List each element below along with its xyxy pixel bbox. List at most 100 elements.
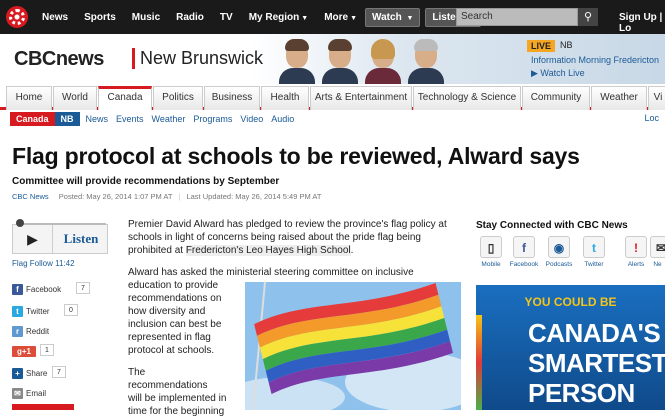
twitter-icon: t	[583, 236, 605, 258]
region-title[interactable]: New Brunswick	[132, 48, 263, 69]
share-twitter[interactable]: t Twitter 0	[12, 304, 92, 318]
play-icon[interactable]: ▶	[13, 225, 53, 253]
social-mobile[interactable]: ▯ Mobile	[476, 236, 506, 268]
social-facebook[interactable]: f Facebook	[509, 236, 539, 268]
audio-caption-link[interactable]: Flag Follow 11:42	[12, 259, 75, 268]
breadcrumb-nb[interactable]: NB	[54, 112, 80, 126]
cbc-gem-logo-icon[interactable]	[6, 6, 28, 28]
share-email[interactable]: ✉ Email	[12, 386, 92, 400]
share-count: 7	[76, 282, 90, 294]
share-reddit[interactable]: r Reddit	[12, 324, 92, 338]
article-source[interactable]: CBC News	[12, 192, 49, 201]
tab-home[interactable]: Home	[6, 86, 52, 110]
body-line: prohibited at Fredericton's Leo Hayes Hi…	[128, 244, 463, 257]
share-count: 7	[52, 366, 66, 378]
tab-arts-entertainment[interactable]: Arts & Entertainment	[310, 86, 412, 110]
ad-line-2: CANADA'S	[528, 318, 661, 348]
tab-video[interactable]: Vi	[648, 86, 665, 110]
host-portrait	[276, 37, 317, 84]
share-label: Facebook	[26, 284, 62, 294]
tab-world[interactable]: World	[53, 86, 97, 110]
body-line: Premier David Alward has pledged to revi…	[128, 219, 447, 230]
watch-live-link[interactable]: ▶ Watch Live	[531, 68, 585, 79]
topnav-music[interactable]: Music	[124, 12, 168, 23]
social-alerts[interactable]: ! Alerts	[621, 236, 651, 268]
hosts-photo	[276, 37, 446, 84]
tab-community[interactable]: Community	[522, 86, 590, 110]
audio-player: ▶ Listen	[12, 219, 108, 254]
body-line: time for the beginning	[128, 406, 225, 417]
search-input[interactable]: Search	[456, 8, 578, 26]
tab-health[interactable]: Health	[261, 86, 309, 110]
sign-up-link[interactable]: Sign Up | Lo	[619, 12, 665, 34]
topnav-more[interactable]: More ▼	[316, 12, 365, 23]
topnav-my-region[interactable]: My Region ▼	[241, 12, 317, 23]
social-twitter[interactable]: t Twitter	[579, 236, 609, 268]
topnav-my-region-label: My Region	[248, 11, 300, 23]
chevron-down-icon: ▼	[406, 14, 414, 22]
live-region: NB	[560, 40, 573, 50]
listen-button[interactable]: Listen	[55, 225, 107, 253]
share-label: Reddit	[26, 326, 50, 336]
subnav-events[interactable]: Events	[116, 114, 144, 124]
subnav-video[interactable]: Video	[240, 114, 263, 124]
social-label: Alerts	[627, 261, 645, 268]
alert-icon: !	[625, 236, 647, 258]
subnav-news[interactable]: News	[86, 114, 109, 124]
smartest-person-ad[interactable]: YOU COULD BE CANADA'S SMARTEST PERSON	[476, 285, 665, 410]
top-nav: News Sports Music Radio TV My Region ▼ Mo…	[34, 7, 486, 27]
section-nav: Home World Canada Politics Business Heal…	[0, 84, 665, 110]
share-generic[interactable]: + Share 7	[12, 366, 92, 380]
facebook-icon: f	[12, 283, 23, 295]
host-portrait	[405, 37, 446, 84]
pride-flag-photo[interactable]	[245, 282, 461, 410]
social-label: Ne	[653, 261, 662, 268]
article-paragraph-1: Premier David Alward has pledged to revi…	[128, 218, 463, 257]
social-podcasts[interactable]: ◉ Podcasts	[544, 236, 574, 268]
share-google-plus[interactable]: g+1 1	[12, 344, 92, 358]
tab-canada[interactable]: Canada	[98, 86, 152, 110]
share-count: 1	[40, 344, 54, 356]
host-portrait	[362, 37, 403, 84]
social-label: Mobile	[481, 261, 501, 268]
body-line: recommendations	[128, 380, 208, 391]
breadcrumb-canada[interactable]: Canada	[10, 112, 55, 126]
twitter-icon: t	[12, 305, 23, 317]
rainbow-flag-illustration	[245, 282, 461, 410]
cbc-news-logo[interactable]: CBCnews	[14, 48, 104, 71]
topnav-radio[interactable]: Radio	[168, 12, 212, 23]
stay-connected-title: Stay Connected with CBC News	[476, 220, 628, 231]
google-plus-icon: g+1	[12, 345, 36, 357]
subnav-local[interactable]: Loc	[644, 113, 659, 123]
article-subhead: Committee will provide recommendations b…	[12, 176, 280, 187]
subnav-weather[interactable]: Weather	[152, 114, 186, 124]
body-text: .	[350, 245, 354, 256]
updated-date: Last Updated: May 26, 2014 5:49 PM AT	[186, 192, 322, 201]
host-portrait	[319, 37, 360, 84]
social-label: Podcasts	[545, 261, 573, 268]
body-line: Alward has asked the ministerial steerin…	[128, 267, 414, 278]
ad-color-stripe	[476, 315, 482, 410]
topnav-news[interactable]: News	[34, 12, 76, 23]
email-icon: ✉	[12, 387, 23, 399]
mobile-icon: ▯	[480, 236, 502, 258]
podcast-icon: ◉	[548, 236, 570, 258]
subnav-programs[interactable]: Programs	[193, 114, 232, 124]
social-newsletter[interactable]: ✉ Ne	[650, 236, 665, 268]
watch-button[interactable]: Watch ▼	[365, 7, 421, 27]
topnav-tv[interactable]: TV	[212, 12, 241, 23]
leo-hayes-link[interactable]: Fredericton's Leo Hayes High School	[185, 245, 351, 256]
live-show-link[interactable]: Information Morning Fredericton	[531, 55, 659, 65]
newsletter-icon: ✉	[650, 236, 665, 258]
subnav-audio[interactable]: Audio	[271, 114, 294, 124]
tab-weather[interactable]: Weather	[591, 86, 647, 110]
tab-business[interactable]: Business	[204, 86, 260, 110]
ad-line-4: PERSON	[528, 378, 635, 408]
topnav-sports[interactable]: Sports	[76, 12, 124, 23]
search-icon[interactable]: ⚲	[578, 8, 598, 26]
tab-politics[interactable]: Politics	[153, 86, 203, 110]
share-label: Share	[26, 368, 48, 378]
share-facebook[interactable]: f Facebook 7	[12, 282, 92, 296]
comment-button[interactable]	[12, 404, 74, 410]
tab-technology-science[interactable]: Technology & Science	[413, 86, 521, 110]
